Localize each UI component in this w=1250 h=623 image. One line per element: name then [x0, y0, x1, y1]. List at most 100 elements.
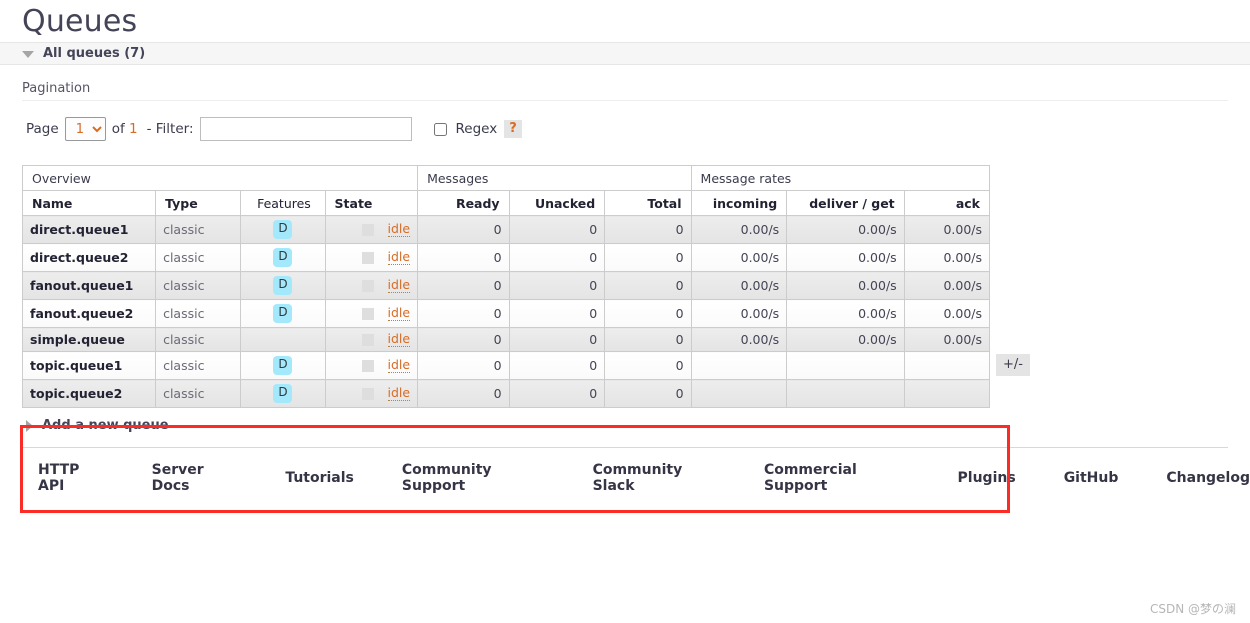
column-header-deliver-get[interactable]: deliver / get: [786, 190, 905, 216]
footer-links: HTTP API Server Docs Tutorials Community Su…: [0, 448, 1250, 494]
footer-link[interactable]: HTTP API: [38, 462, 104, 494]
state-indicator-icon: [361, 223, 374, 236]
regex-help-icon[interactable]: ?: [504, 120, 522, 138]
cell-deliver-get: 0.00/s: [786, 271, 905, 300]
cell-queue-state: idle: [324, 351, 419, 380]
cell-queue-type: classic: [155, 271, 242, 300]
table-row[interactable]: direct.queue1 classic Didle 0 0 0 0.00/s 0.00/s…: [21, 215, 991, 244]
cell-queue-state: idle: [324, 327, 419, 352]
cell-queue-type: classic: [155, 243, 242, 272]
table-row[interactable]: fanout.queue2 classic Didle 0 0 0 0.00/s 0.00/s…: [21, 299, 991, 328]
table-column-header-row: Name Type Features State Ready Unacked T…: [21, 190, 991, 216]
queues-table-body: direct.queue1 classic Didle 0 0 0 0.00/s 0.00/s…: [21, 215, 991, 408]
cell-deliver-get: 0.00/s: [786, 299, 905, 328]
cell-deliver-get: [786, 379, 905, 408]
cell-ready: 0: [417, 243, 510, 272]
cell-queue-state: idle: [324, 215, 419, 244]
table-row[interactable]: fanout.queue1 classic Didle 0 0 0 0.00/s 0.00/s…: [21, 271, 991, 300]
cell-queue-type: classic: [155, 379, 242, 408]
footer-link[interactable]: Changelog: [1166, 470, 1250, 486]
state-text[interactable]: idle: [387, 278, 411, 293]
table-group-header-row: Overview Messages Message rates: [21, 165, 991, 191]
durable-badge-icon: D: [273, 276, 293, 295]
group-header-overview: Overview: [21, 165, 419, 191]
watermark: CSDN @梦の澜: [1149, 602, 1236, 616]
state-text[interactable]: idle: [387, 306, 411, 321]
cell-ack: [903, 351, 991, 380]
cell-total: 0: [604, 271, 692, 300]
state-text[interactable]: idle: [387, 332, 411, 347]
state-wrapper: idle: [333, 358, 411, 373]
toggle-columns-button[interactable]: +/-: [996, 354, 1030, 376]
footer-link[interactable]: Server Docs: [152, 462, 238, 494]
column-header-unacked[interactable]: Unacked: [508, 190, 606, 216]
page-label: Page: [26, 121, 59, 137]
cell-queue-name[interactable]: topic.queue2: [21, 379, 157, 408]
column-header-ack[interactable]: ack: [903, 190, 991, 216]
state-text[interactable]: idle: [387, 386, 411, 401]
cell-ready: 0: [417, 215, 510, 244]
column-header-type[interactable]: Type: [155, 190, 242, 216]
cell-incoming: 0.00/s: [690, 327, 788, 352]
cell-queue-name[interactable]: fanout.queue2: [21, 299, 157, 328]
footer-link[interactable]: Community Support: [402, 462, 545, 494]
table-row[interactable]: simple.queue classic idle 0 0 0 0.00/s 0.00/s 0.…: [21, 327, 991, 352]
cell-total: 0: [604, 243, 692, 272]
footer-link[interactable]: GitHub: [1064, 470, 1119, 486]
filter-label: - Filter:: [146, 121, 194, 137]
cell-total: 0: [604, 379, 692, 408]
durable-badge-icon: D: [273, 220, 293, 239]
table-row[interactable]: direct.queue2 classic Didle 0 0 0 0.00/s 0.00/s…: [21, 243, 991, 272]
cell-unacked: 0: [508, 351, 606, 380]
cell-queue-type: classic: [155, 299, 242, 328]
cell-queue-type: classic: [155, 215, 242, 244]
footer-link[interactable]: Commercial Support: [764, 462, 910, 494]
table-row[interactable]: topic.queue2 classic Didle 0 0 0: [21, 379, 991, 408]
state-wrapper: idle: [333, 278, 411, 293]
state-indicator-icon: [361, 307, 374, 320]
add-new-queue-toggle[interactable]: Add a new queue: [0, 408, 1250, 433]
cell-queue-state: idle: [324, 299, 419, 328]
column-header-incoming[interactable]: incoming: [690, 190, 788, 216]
cell-queue-name[interactable]: fanout.queue1: [21, 271, 157, 300]
footer-link[interactable]: Tutorials: [285, 470, 354, 486]
column-header-ready[interactable]: Ready: [417, 190, 510, 216]
pagination-label: Pagination: [22, 81, 91, 96]
cell-ready: 0: [417, 299, 510, 328]
cell-ack: 0.00/s: [903, 271, 991, 300]
cell-ready: 0: [417, 351, 510, 380]
footer-link[interactable]: Community Slack: [593, 462, 716, 494]
cell-unacked: 0: [508, 271, 606, 300]
cell-incoming: 0.00/s: [690, 271, 788, 300]
cell-unacked: 0: [508, 379, 606, 408]
cell-queue-features: D: [240, 243, 326, 272]
cell-queue-name[interactable]: simple.queue: [21, 327, 157, 352]
add-new-queue-label: Add a new queue: [42, 418, 169, 433]
total-pages: 1: [129, 121, 138, 137]
cell-ack: 0.00/s: [903, 299, 991, 328]
state-indicator-icon: [361, 251, 374, 264]
column-header-features[interactable]: Features: [240, 190, 326, 216]
all-queues-section-header[interactable]: All queues (7): [0, 42, 1250, 65]
regex-checkbox[interactable]: [433, 122, 447, 136]
cell-queue-name[interactable]: direct.queue2: [21, 243, 157, 272]
filter-input[interactable]: [199, 117, 412, 141]
cell-queue-features: D: [240, 271, 326, 300]
cell-queue-name[interactable]: direct.queue1: [21, 215, 157, 244]
page-select[interactable]: 1: [64, 117, 106, 141]
cell-queue-state: idle: [324, 379, 419, 408]
state-text[interactable]: idle: [387, 250, 411, 265]
state-text[interactable]: idle: [387, 222, 411, 237]
footer-link[interactable]: Plugins: [958, 470, 1016, 486]
triangle-right-icon: [26, 419, 33, 432]
group-header-messages: Messages: [417, 165, 692, 191]
cell-queue-name[interactable]: topic.queue1: [21, 351, 157, 380]
column-header-name[interactable]: Name: [21, 190, 157, 216]
cell-incoming: [690, 351, 788, 380]
table-row[interactable]: topic.queue1 classic Didle 0 0 0: [21, 351, 991, 380]
cell-total: 0: [604, 327, 692, 352]
state-text[interactable]: idle: [387, 358, 411, 373]
column-header-state[interactable]: State: [324, 190, 419, 216]
column-header-total[interactable]: Total: [604, 190, 692, 216]
cell-incoming: [690, 379, 788, 408]
